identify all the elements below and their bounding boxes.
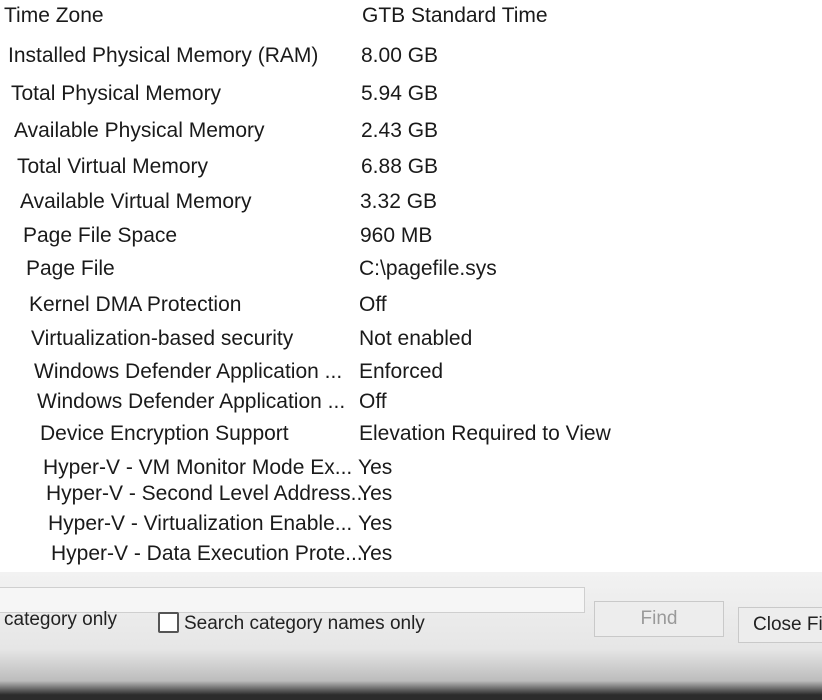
item-cell: Installed Physical Memory (RAM) (8, 44, 319, 67)
value-cell: C:\pagefile.sys (359, 257, 497, 280)
value-cell: 2.43 GB (361, 119, 439, 142)
item-cell: Windows Defender Application ... (37, 390, 346, 413)
value-cell: Yes (358, 456, 393, 479)
search-category-names-checkbox[interactable] (158, 612, 179, 633)
value-cell: Yes (358, 542, 393, 565)
value-cell: Off (359, 293, 387, 316)
item-cell: Available Physical Memory (14, 119, 265, 142)
item-cell: Total Physical Memory (11, 82, 222, 105)
search-category-names-label[interactable]: Search category names only (184, 613, 425, 635)
value-cell: 960 MB (360, 224, 433, 247)
item-cell: Time Zone (4, 4, 104, 27)
item-cell: Available Virtual Memory (20, 190, 252, 213)
find-button[interactable]: Find (594, 601, 724, 637)
system-summary-table: Time Zone GTB Standard Time Installed Ph… (0, 0, 822, 572)
value-cell: Enforced (359, 360, 444, 383)
item-cell: Page File Space (23, 224, 178, 247)
item-cell: Kernel DMA Protection (29, 293, 242, 316)
item-cell: Device Encryption Support (40, 422, 289, 445)
value-cell: Not enabled (359, 327, 473, 350)
value-cell: Yes (358, 512, 393, 535)
item-cell: Hyper-V - Second Level Address... (46, 482, 369, 505)
item-cell: Hyper-V - Virtualization Enable... (48, 512, 353, 535)
item-cell: Hyper-V - Data Execution Prote... (51, 542, 363, 565)
item-cell: Page File (26, 257, 115, 280)
item-cell: Hyper-V - VM Monitor Mode Ex... (43, 456, 353, 479)
find-bar: category only Search category names only… (0, 585, 822, 655)
value-cell: Elevation Required to View (359, 422, 611, 445)
value-cell: Yes (358, 482, 393, 505)
value-cell: 8.00 GB (361, 44, 439, 67)
item-cell: Total Virtual Memory (17, 155, 209, 178)
close-find-button[interactable]: Close Fi (738, 607, 822, 643)
value-cell: 3.32 GB (360, 190, 438, 213)
search-selected-category-label: category only (4, 609, 118, 630)
value-cell: 5.94 GB (361, 82, 439, 105)
value-cell: 6.88 GB (361, 155, 439, 178)
item-cell: Virtualization-based security (31, 327, 294, 350)
value-cell: Off (359, 390, 387, 413)
value-cell: GTB Standard Time (362, 4, 548, 27)
item-cell: Windows Defender Application ... (34, 360, 343, 383)
